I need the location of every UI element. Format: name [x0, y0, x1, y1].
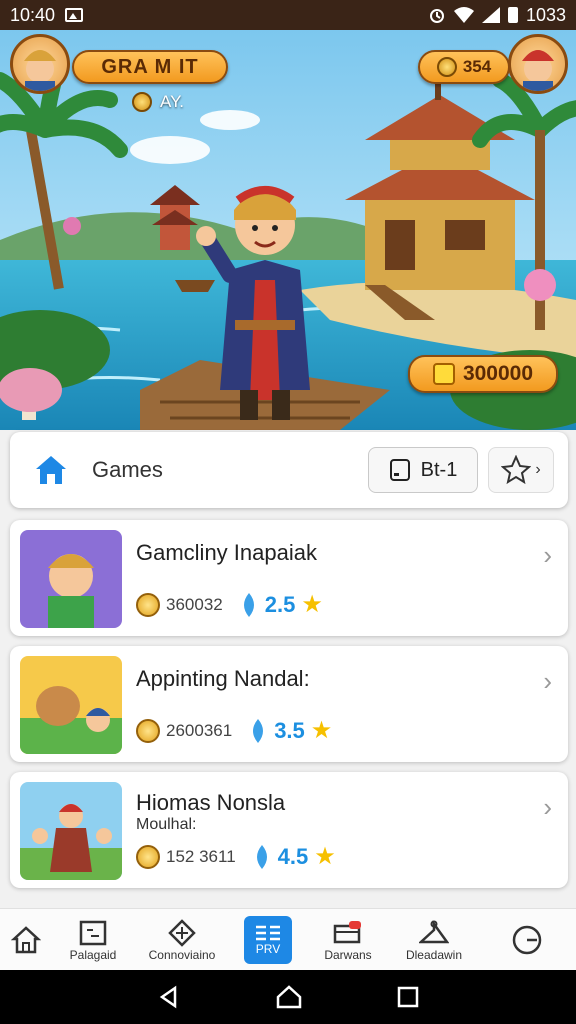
status-time: 10:40	[10, 4, 56, 25]
clock-icon	[512, 925, 542, 954]
game-stats: 360032 2.5 ★	[136, 590, 323, 619]
leaf-coin-icon	[136, 718, 160, 743]
game-thumbnail	[20, 782, 122, 880]
game-subtitle: Moulhal:	[136, 816, 197, 833]
nav-label: Dleadawin	[405, 947, 463, 962]
feather-icon	[243, 592, 254, 617]
hanger-icon	[419, 919, 449, 943]
nav-label: Palagaid	[69, 947, 117, 962]
alarm-icon	[429, 9, 444, 23]
status-bar: 10:40 1033	[0, 0, 576, 30]
list-icon	[256, 925, 280, 940]
home-nav-icon[interactable]	[276, 985, 302, 1009]
game-stats: 152 3611 4.5 ★	[136, 842, 336, 871]
score-badge[interactable]: 300000	[408, 355, 558, 393]
system-nav-bar	[0, 970, 576, 1024]
player-avatar[interactable]	[10, 34, 70, 94]
game-card[interactable]: Appinting Nandal: 2600361 3.5 ★ ›	[10, 646, 568, 762]
game-coins: 152 3611	[166, 846, 236, 866]
photo-icon	[65, 8, 84, 22]
nav-label: Connoviaino	[148, 947, 216, 962]
bt-button[interactable]: Bt-1	[368, 447, 478, 493]
home-icon	[11, 925, 41, 953]
games-title: Games	[92, 457, 163, 482]
leaf-coin-icon	[136, 844, 160, 869]
game-name: Hiomas Nonsla	[136, 790, 286, 815]
player-name: GRA M IT	[101, 55, 199, 78]
nav-item-prv[interactable]: PRV	[230, 909, 306, 971]
game-stats: 2600361 3.5 ★	[136, 716, 332, 745]
nav-label: PRV	[255, 941, 281, 956]
battery-icon	[507, 7, 518, 23]
game-rating: 2.5	[264, 591, 296, 617]
bt-button-label: Bt-1	[420, 458, 458, 481]
signal-icon	[481, 7, 500, 23]
inbox-icon	[333, 920, 361, 943]
nav-item-connoviaino[interactable]: Connoviaino	[134, 909, 230, 971]
star-icon: ★	[301, 591, 323, 618]
star-outline-icon	[501, 455, 532, 485]
game-coins: 360032	[166, 594, 223, 614]
tablet-icon	[389, 459, 410, 481]
puzzle-icon	[79, 920, 107, 945]
coins-badge[interactable]: 354	[418, 50, 510, 84]
star-icon: ★	[310, 717, 333, 744]
home-icon[interactable]	[34, 454, 68, 486]
back-icon[interactable]	[157, 985, 181, 1009]
nav-item-darwans[interactable]: Darwans	[306, 909, 390, 971]
battery-level: 1033	[525, 4, 566, 25]
chevron-right-icon[interactable]: ›	[543, 792, 552, 823]
nav-active-tab[interactable]: PRV	[244, 915, 292, 964]
player-name-badge[interactable]: GRA M IT	[72, 50, 228, 84]
game-card[interactable]: Hiomas Nonsla Moulhal: 152 3611 4.5 ★ ›	[10, 772, 568, 888]
compass-icon	[168, 918, 196, 947]
chevron-right-icon: ›	[535, 461, 541, 478]
leaf-coin-icon	[132, 92, 152, 112]
coin-icon	[436, 57, 457, 77]
nav-label: Darwans	[324, 947, 372, 962]
feather-icon	[253, 718, 264, 743]
nav-item-clock[interactable]	[478, 909, 576, 971]
score-value: 300000	[462, 362, 534, 385]
bottom-nav: Palagaid Connoviaino PRV Darwans Dleadaw…	[0, 908, 576, 970]
coins-count: 354	[462, 57, 492, 76]
chevron-right-icon[interactable]: ›	[543, 540, 552, 571]
game-card[interactable]: Gamcliny Inapaiak 360032 2.5 ★ ›	[10, 520, 568, 636]
favorites-button[interactable]: ›	[488, 447, 554, 493]
game-coins: 2600361	[166, 720, 233, 740]
nav-item-palagaid[interactable]: Palagaid	[52, 909, 134, 971]
games-header: Games Bt-1 ›	[10, 432, 568, 508]
recents-icon[interactable]	[397, 986, 419, 1008]
thumbs-up-icon	[432, 363, 455, 385]
game-name: Appinting Nandal:	[136, 666, 310, 691]
game-rating: 3.5	[274, 717, 305, 743]
wifi-icon	[453, 7, 474, 23]
game-thumbnail	[20, 656, 122, 754]
hero-banner: GRA M IT AY. 354 300000	[0, 30, 576, 430]
leaf-coin-icon	[136, 592, 160, 617]
game-name: Gamcliny Inapaiak	[136, 540, 317, 565]
nav-item-dleadawin[interactable]: Dleadawin	[390, 909, 478, 971]
star-icon: ★	[314, 843, 336, 870]
game-thumbnail	[20, 530, 122, 628]
nav-item-home[interactable]	[0, 909, 52, 971]
player-level: AY.	[132, 92, 184, 112]
player-level-text: AY.	[160, 92, 184, 111]
chevron-right-icon[interactable]: ›	[543, 666, 552, 697]
feather-icon	[256, 844, 267, 869]
friend-avatar[interactable]	[508, 34, 568, 94]
game-rating: 4.5	[277, 843, 309, 869]
screen: 10:40 1033 GRA M IT AY. 354 300000 Games…	[0, 0, 576, 1024]
